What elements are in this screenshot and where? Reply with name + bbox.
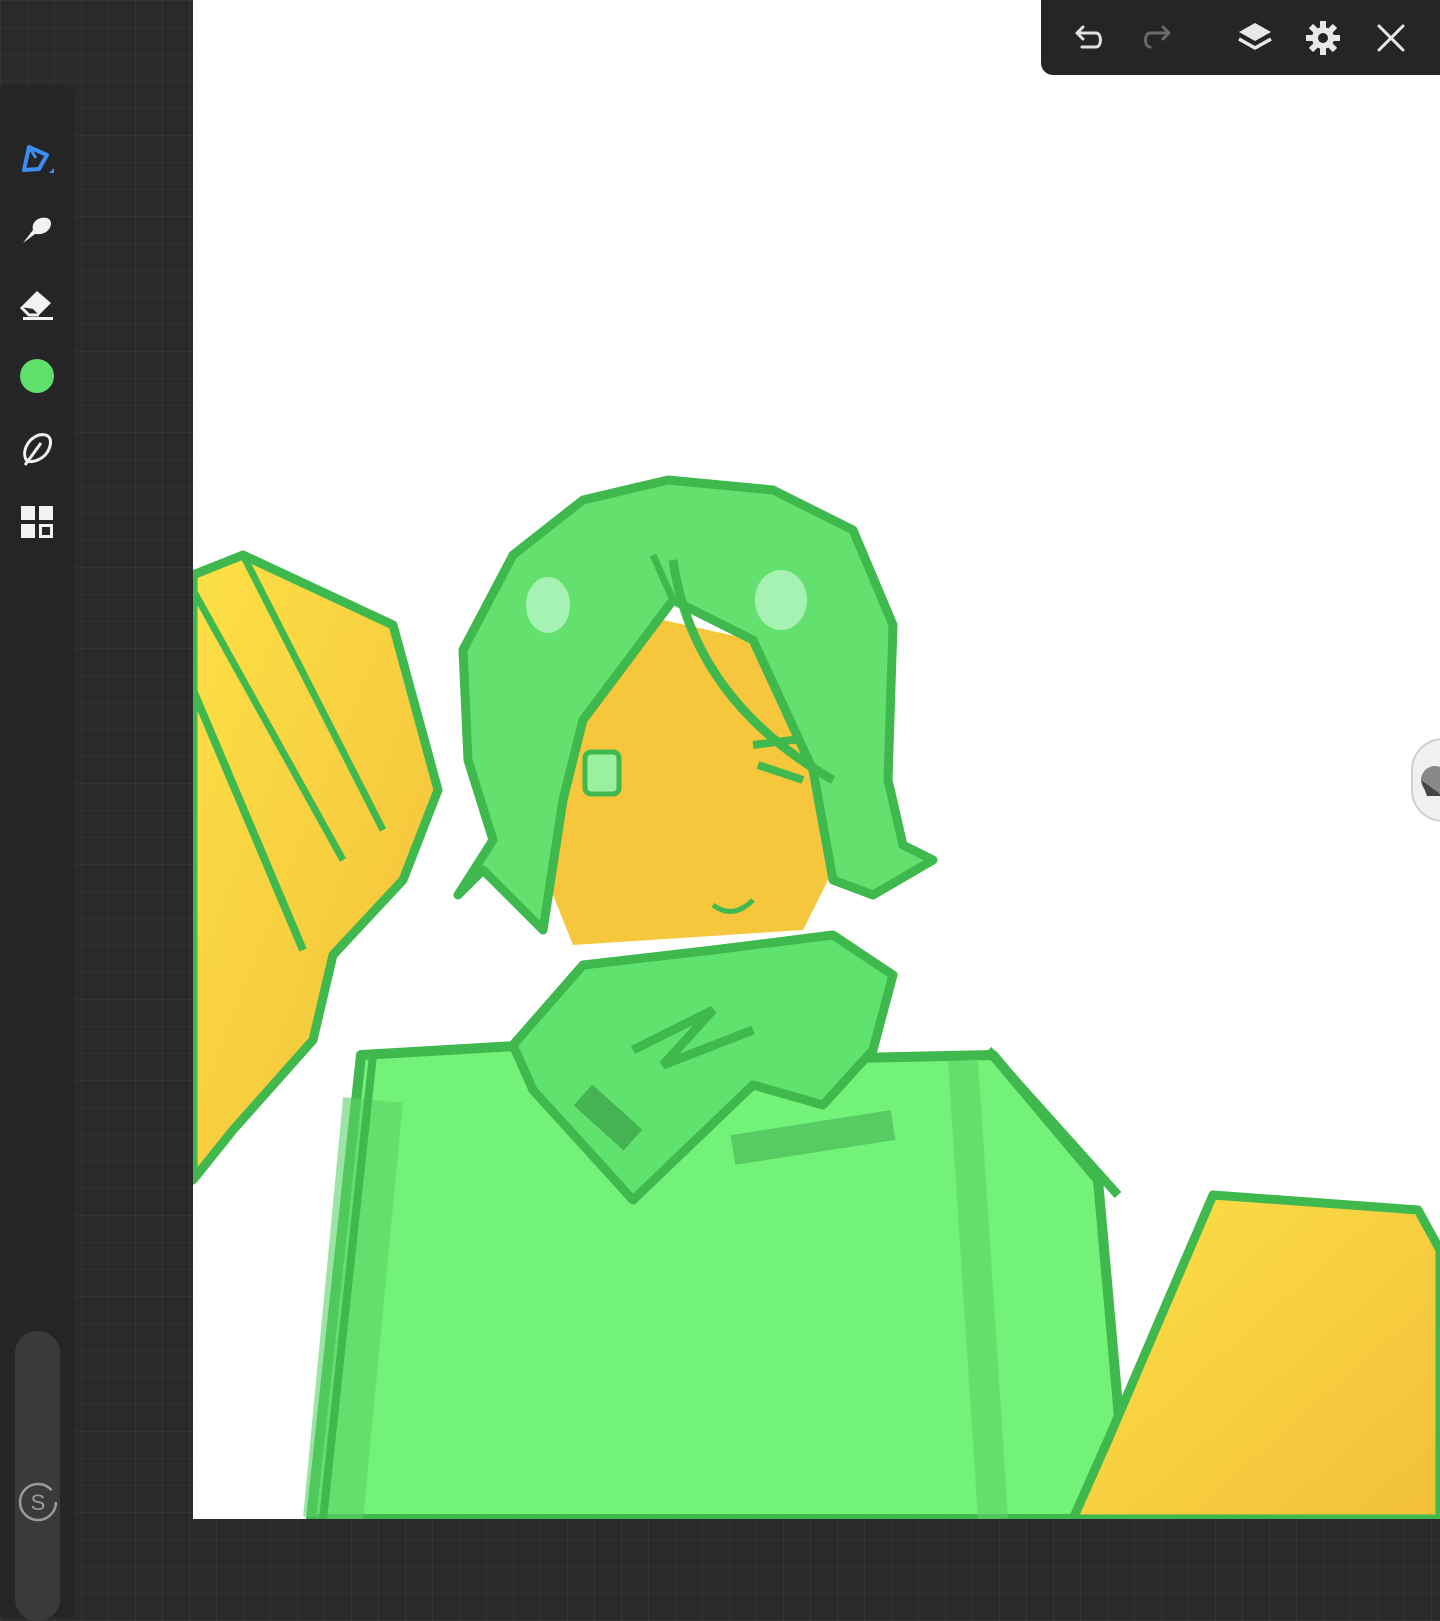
- color-swatch: [20, 359, 54, 393]
- color-swatch-button[interactable]: [13, 352, 61, 400]
- top-toolbar: [1041, 0, 1440, 75]
- pen-icon: [22, 145, 54, 173]
- more-tools-button[interactable]: [13, 498, 61, 546]
- sync-icon[interactable]: S: [17, 1481, 59, 1523]
- layers-button[interactable]: [1231, 14, 1279, 62]
- eraser-icon: [19, 291, 53, 320]
- right-arm: [1068, 1190, 1440, 1519]
- grid-icon: [21, 506, 53, 538]
- redo-button[interactable]: [1135, 14, 1183, 62]
- smudge-tool-button[interactable]: [13, 206, 61, 254]
- artwork: [193, 475, 1440, 1519]
- avatar-icon: [1421, 766, 1440, 796]
- tool-sidebar: [0, 85, 75, 1621]
- lasso-icon: [23, 433, 53, 466]
- close-button[interactable]: [1367, 14, 1415, 62]
- eraser-tool-button[interactable]: [13, 279, 61, 327]
- sync-label: S: [31, 1490, 46, 1515]
- layers-icon: [1238, 23, 1272, 50]
- pen-tool-button[interactable]: [13, 133, 61, 181]
- settings-button[interactable]: [1299, 14, 1347, 62]
- undo-icon: [1075, 25, 1102, 49]
- smudge-icon: [23, 217, 52, 243]
- close-icon: [1377, 24, 1405, 52]
- settings-icon: [1306, 21, 1340, 55]
- brush-size-slider[interactable]: [15, 1331, 60, 1621]
- lasso-tool-button[interactable]: [13, 425, 61, 473]
- drawing-canvas[interactable]: [193, 0, 1440, 1519]
- redo-icon: [1144, 25, 1171, 49]
- undo-button[interactable]: [1063, 14, 1111, 62]
